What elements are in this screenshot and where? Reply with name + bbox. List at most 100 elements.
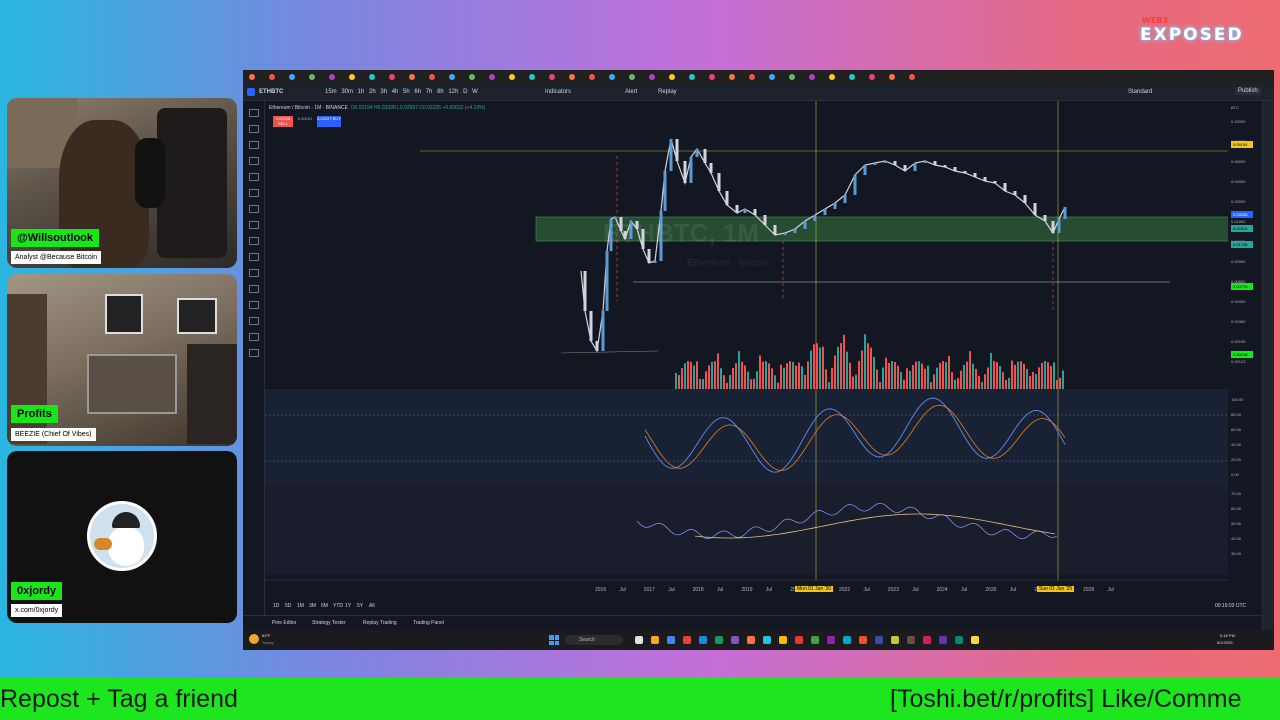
interval-selector[interactable]: 15m 30m 1h 2h 3h 4h 5h 6h 7h 8h 12h D W — [325, 89, 478, 95]
alert-button[interactable]: Alert — [625, 89, 637, 95]
taskbar-app-icon[interactable] — [667, 636, 675, 644]
taskbar-app-icon[interactable] — [763, 636, 771, 644]
browser-tab[interactable] — [889, 74, 895, 80]
browser-tab[interactable] — [269, 74, 275, 80]
taskbar-app-icon[interactable] — [683, 636, 691, 644]
browser-tab[interactable] — [449, 74, 455, 80]
browser-tab[interactable] — [549, 74, 555, 80]
taskbar-app-icon[interactable] — [715, 636, 723, 644]
taskbar-app-icon[interactable] — [795, 636, 803, 644]
browser-tab[interactable] — [249, 74, 255, 80]
browser-tab[interactable] — [289, 74, 295, 80]
buy-button[interactable]: 0.03227 BUY — [317, 116, 341, 127]
taskbar-app-icon[interactable] — [939, 636, 947, 644]
browser-tab[interactable] — [349, 74, 355, 80]
browser-tab[interactable] — [709, 74, 715, 80]
taskbar-search[interactable]: Search — [565, 635, 623, 645]
bottom-panel-tab[interactable]: Strategy Tester — [312, 620, 346, 626]
taskbar-app-icon[interactable] — [811, 636, 819, 644]
taskbar-app-icon[interactable] — [875, 636, 883, 644]
browser-tab[interactable] — [529, 74, 535, 80]
browser-tab[interactable] — [389, 74, 395, 80]
publish-button[interactable]: Publish — [1235, 87, 1261, 95]
range-button[interactable]: 3M — [309, 603, 316, 609]
browser-tab[interactable] — [569, 74, 575, 80]
taskbar-app-icon[interactable] — [955, 636, 963, 644]
browser-tab[interactable] — [689, 74, 695, 80]
browser-tab[interactable] — [809, 74, 815, 80]
browser-tab[interactable] — [629, 74, 635, 80]
browser-tab[interactable] — [429, 74, 435, 80]
taskbar-app-icon[interactable] — [731, 636, 739, 644]
drawing-tool-icon[interactable] — [249, 109, 259, 117]
bottom-panel-tab[interactable]: Pine Editor — [272, 620, 296, 626]
price-scale[interactable]: BTC 0.150000.100000.060000.040000.030000… — [1228, 101, 1262, 623]
browser-tab[interactable] — [849, 74, 855, 80]
symbol-search[interactable]: ETHBTC — [259, 89, 283, 95]
browser-tab[interactable] — [589, 74, 595, 80]
browser-tab[interactable] — [789, 74, 795, 80]
taskbar-app-icon[interactable] — [843, 636, 851, 644]
drawing-tool-icon[interactable] — [249, 173, 259, 181]
range-button[interactable]: 1M — [297, 603, 304, 609]
browser-tab[interactable] — [309, 74, 315, 80]
range-button[interactable]: 6M — [321, 603, 328, 609]
drawing-tool-icon[interactable] — [249, 125, 259, 133]
browser-tab[interactable] — [509, 74, 515, 80]
menu-icon[interactable] — [247, 88, 255, 96]
indicators-button[interactable]: Indicators — [545, 89, 571, 95]
drawing-tool-icon[interactable] — [249, 269, 259, 277]
taskbar-app-icon[interactable] — [651, 636, 659, 644]
browser-tab[interactable] — [609, 74, 615, 80]
windows-start-icon[interactable] — [549, 635, 559, 645]
range-button[interactable]: 5D — [285, 603, 291, 609]
bottom-panel-tab[interactable]: Trading Panel — [413, 620, 444, 626]
taskbar-app-icon[interactable] — [971, 636, 979, 644]
browser-tab[interactable] — [829, 74, 835, 80]
drawing-tool-icon[interactable] — [249, 349, 259, 357]
browser-tab[interactable] — [729, 74, 735, 80]
time-axis[interactable]: 2016Jul2017Jul2018Jul2019Jul2021Jul2022J… — [265, 584, 1228, 596]
drawing-tool-icon[interactable] — [249, 301, 259, 309]
range-button[interactable]: All — [369, 603, 375, 609]
taskbar-app-icon[interactable] — [859, 636, 867, 644]
drawing-tool-icon[interactable] — [249, 253, 259, 261]
sell-button[interactable]: 0.03226 SELL — [273, 116, 293, 127]
taskbar-app-icon[interactable] — [923, 636, 931, 644]
browser-tab[interactable] — [469, 74, 475, 80]
range-button[interactable]: 1Y — [345, 603, 351, 609]
browser-tab[interactable] — [869, 74, 875, 80]
price-chart[interactable] — [265, 101, 1228, 623]
drawing-tool-icon[interactable] — [249, 141, 259, 149]
range-button[interactable]: 5Y — [357, 603, 363, 609]
browser-tab[interactable] — [409, 74, 415, 80]
drawing-tool-icon[interactable] — [249, 333, 259, 341]
taskbar-app-icon[interactable] — [907, 636, 915, 644]
taskbar-app-icon[interactable] — [827, 636, 835, 644]
browser-tab[interactable] — [649, 74, 655, 80]
taskbar-app-icon[interactable] — [891, 636, 899, 644]
browser-tab[interactable] — [669, 74, 675, 80]
taskbar-app-icon[interactable] — [779, 636, 787, 644]
browser-tab[interactable] — [329, 74, 335, 80]
taskbar-app-icon[interactable] — [699, 636, 707, 644]
range-button[interactable]: 1D — [273, 603, 279, 609]
drawing-tool-icon[interactable] — [249, 285, 259, 293]
drawing-tool-icon[interactable] — [249, 317, 259, 325]
range-button[interactable]: YTD — [333, 603, 343, 609]
taskbar-app-icon[interactable] — [635, 636, 643, 644]
browser-tab[interactable] — [909, 74, 915, 80]
drawing-tool-icon[interactable] — [249, 237, 259, 245]
browser-tab[interactable] — [769, 74, 775, 80]
weather-icon[interactable] — [249, 634, 259, 644]
replay-button[interactable]: Replay — [658, 89, 677, 95]
bottom-panel-tab[interactable]: Replay Trading — [363, 620, 397, 626]
taskbar-app-icon[interactable] — [747, 636, 755, 644]
drawing-tool-icon[interactable] — [249, 189, 259, 197]
browser-tab[interactable] — [749, 74, 755, 80]
browser-tab[interactable] — [489, 74, 495, 80]
drawing-tool-icon[interactable] — [249, 205, 259, 213]
browser-tab[interactable] — [369, 74, 375, 80]
layout-name[interactable]: Standard — [1128, 89, 1152, 95]
drawing-tool-icon[interactable] — [249, 157, 259, 165]
